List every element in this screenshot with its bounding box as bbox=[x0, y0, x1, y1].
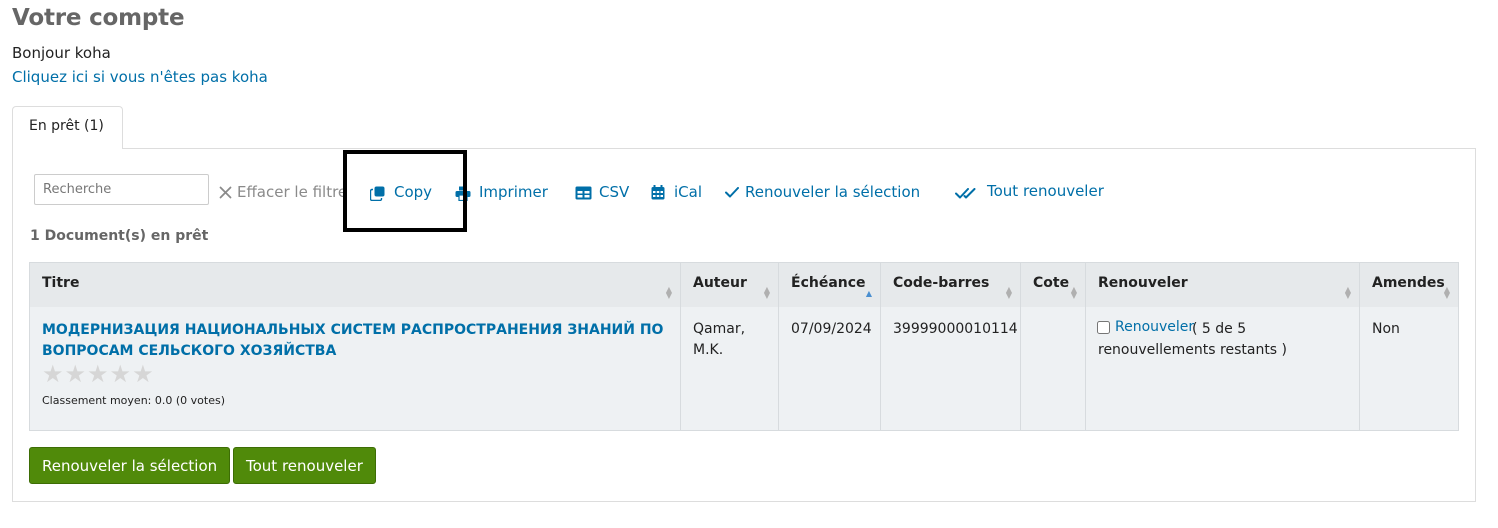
greeting-text: Bonjour koha bbox=[12, 44, 111, 62]
page-title: Votre compte bbox=[12, 5, 185, 31]
highlight-box bbox=[343, 150, 467, 232]
ical-label: iCal bbox=[674, 183, 703, 201]
sort-asc-icon: ▲ bbox=[865, 289, 873, 298]
column-divider bbox=[1020, 262, 1021, 431]
star-rating[interactable]: ★★★★★ bbox=[42, 362, 155, 386]
column-header-author[interactable]: Auteur bbox=[693, 275, 747, 291]
renew-selected-label: Renouveler la sélection bbox=[745, 183, 921, 201]
column-header-title[interactable]: Titre bbox=[42, 275, 79, 291]
author-cell: Qamar, M.K. bbox=[693, 321, 746, 358]
renew-selected-button[interactable]: Renouveler la sélection bbox=[29, 447, 231, 484]
renew-all-button[interactable]: Tout renouveler bbox=[233, 447, 376, 484]
column-divider bbox=[778, 262, 779, 431]
sort-icon: ▲ ▼ bbox=[1070, 285, 1078, 300]
renew-all-link[interactable]: Tout renouveler bbox=[955, 182, 1104, 200]
average-rating-text: Classement moyen: 0.0 (0 votes) bbox=[42, 394, 225, 407]
double-check-icon bbox=[955, 188, 976, 199]
fines-cell: Non bbox=[1372, 321, 1400, 337]
renewals-remaining-text: ( 5 de 5 renouvellements restants ) bbox=[1098, 321, 1288, 358]
column-header-fines[interactable]: Amendes bbox=[1372, 275, 1445, 291]
column-header-renew[interactable]: Renouveler bbox=[1098, 275, 1188, 291]
due-date-cell: 07/09/2024 bbox=[791, 321, 872, 337]
column-divider bbox=[1085, 262, 1086, 431]
star-icon[interactable]: ★ bbox=[65, 360, 88, 388]
sort-icon: ▲ ▼ bbox=[665, 285, 673, 300]
check-icon bbox=[725, 187, 739, 198]
star-icon[interactable]: ★ bbox=[42, 360, 65, 388]
print-label: Imprimer bbox=[479, 183, 548, 201]
column-divider bbox=[880, 262, 881, 431]
sort-icon: ▲ ▼ bbox=[1005, 285, 1013, 300]
sort-icon: ▲ ▼ bbox=[763, 285, 771, 300]
print-button[interactable]: Imprimer bbox=[455, 183, 548, 201]
checkout-count: 1 Document(s) en prêt bbox=[30, 228, 209, 244]
switch-user-link[interactable]: Cliquez ici si vous n'êtes pas koha bbox=[12, 68, 268, 86]
table-icon bbox=[575, 186, 592, 200]
ical-button[interactable]: iCal bbox=[651, 183, 702, 201]
sort-icon: ▲ ▼ bbox=[1443, 285, 1451, 300]
column-header-barcode[interactable]: Code-barres bbox=[893, 275, 989, 291]
renew-all-label: Tout renouveler bbox=[987, 182, 1104, 200]
star-icon[interactable]: ★ bbox=[87, 360, 110, 388]
close-icon bbox=[219, 186, 232, 199]
csv-label: CSV bbox=[599, 183, 630, 201]
star-icon[interactable]: ★ bbox=[132, 360, 155, 388]
calendar-icon bbox=[651, 185, 665, 200]
clear-filter-label: Effacer le filtre bbox=[237, 183, 348, 201]
column-divider bbox=[1359, 262, 1360, 431]
barcode-cell: 39999000010114 bbox=[893, 321, 1018, 337]
clear-filter-button[interactable]: Effacer le filtre bbox=[219, 183, 347, 201]
column-header-due-date[interactable]: Échéance bbox=[791, 275, 866, 291]
item-title-link[interactable]: МОДЕРНИЗАЦИЯ НАЦИОНАЛЬНЫХ СИСТЕМ РАСПРОС… bbox=[42, 320, 672, 362]
search-input[interactable] bbox=[34, 174, 209, 205]
csv-button[interactable]: CSV bbox=[575, 183, 629, 201]
column-divider bbox=[680, 262, 681, 431]
star-icon[interactable]: ★ bbox=[110, 360, 133, 388]
column-header-call-number[interactable]: Cote bbox=[1033, 275, 1069, 291]
sort-icon: ▲ ▼ bbox=[1344, 285, 1352, 300]
renew-selected-link[interactable]: Renouveler la sélection bbox=[725, 183, 920, 201]
tab-checkouts[interactable]: En prêt (1) bbox=[12, 106, 123, 149]
